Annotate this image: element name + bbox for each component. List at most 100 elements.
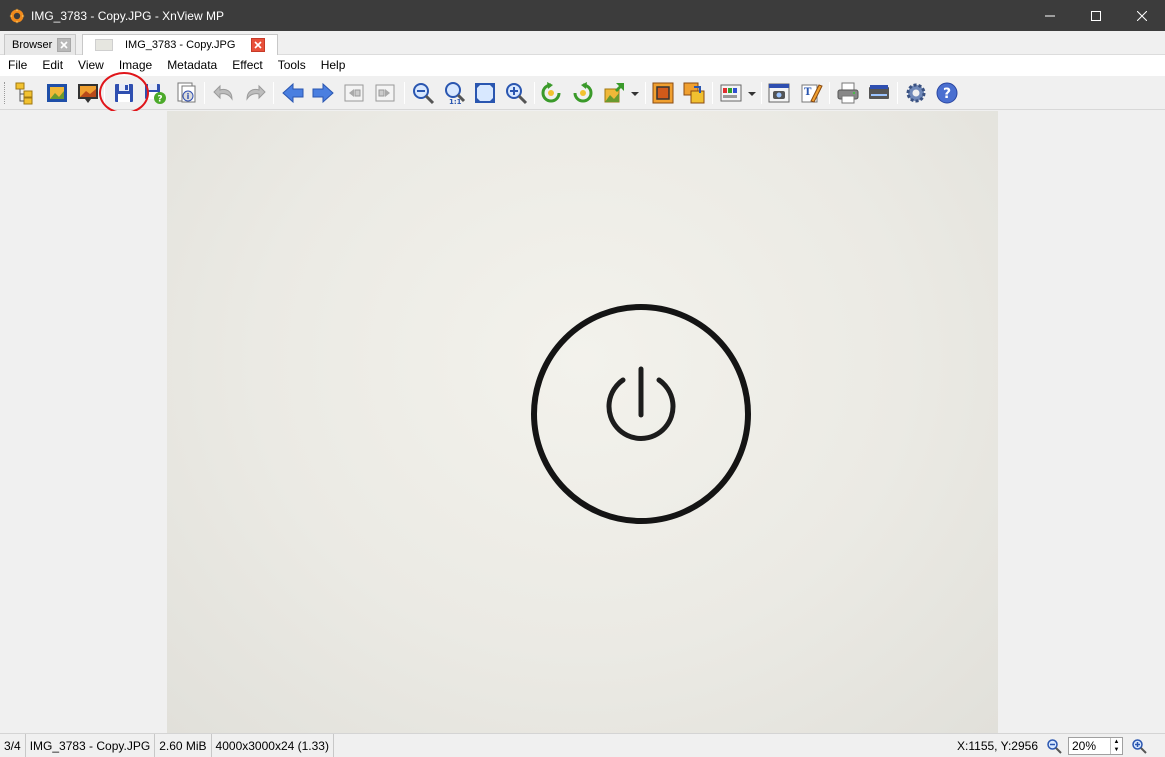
image-index: 3/4 <box>0 733 26 757</box>
fullscreen-button[interactable] <box>44 80 70 106</box>
last-image-button[interactable] <box>372 80 398 106</box>
scan-button[interactable] <box>866 80 892 106</box>
toolbar-separator <box>645 82 646 104</box>
undo-button[interactable] <box>211 80 237 106</box>
zoom-spinner[interactable]: ▲ ▼ <box>1110 738 1122 754</box>
toolbar-separator <box>204 82 205 104</box>
maximize-button[interactable] <box>1073 0 1119 31</box>
status-zoom-in-button[interactable] <box>1131 738 1147 754</box>
toolbar-separator <box>897 82 898 104</box>
toolbar-separator <box>404 82 405 104</box>
zoom-out-icon <box>1047 739 1062 754</box>
resize-button[interactable] <box>681 80 707 106</box>
status-zoom-out-button[interactable] <box>1046 738 1062 754</box>
menu-edit[interactable]: Edit <box>34 55 70 76</box>
zoom-in-button[interactable] <box>503 80 529 106</box>
first-image-icon <box>344 84 364 102</box>
fit-to-window-icon <box>475 83 495 103</box>
file-size: 2.60 MiB <box>155 733 212 757</box>
file-name: IMG_3783 - Copy.JPG <box>26 733 156 757</box>
zoom-in-icon <box>1132 739 1147 754</box>
toolbar-grip[interactable] <box>4 82 7 104</box>
previous-button[interactable] <box>280 80 306 106</box>
tab-image[interactable]: IMG_3783 - Copy.JPG <box>82 34 278 55</box>
next-icon <box>312 82 334 104</box>
image-dimensions: 4000x3000x24 (1.33) <box>212 733 334 757</box>
print-button[interactable] <box>835 80 861 106</box>
zoom-out-button[interactable] <box>410 80 436 106</box>
power-symbol-icon <box>531 304 751 524</box>
save-highlight-annotation <box>99 72 149 114</box>
minimize-button[interactable] <box>1027 0 1073 31</box>
tab-browser-label: Browser <box>12 39 53 51</box>
menu-help[interactable]: Help <box>313 55 353 76</box>
tab-browser-close-button[interactable] <box>57 38 71 52</box>
spin-up-icon[interactable]: ▲ <box>1114 739 1120 745</box>
browser-tree-icon <box>15 82 33 105</box>
previous-icon <box>282 82 304 104</box>
slideshow-icon <box>78 84 98 103</box>
actual-size-icon: 1:1 <box>445 82 466 105</box>
menu-view[interactable]: View <box>70 55 111 76</box>
transform-dropdown-button[interactable] <box>628 80 642 106</box>
minimize-icon <box>1045 15 1055 16</box>
cursor-coordinates: X:1155, Y:2956 <box>957 739 1038 753</box>
fullscreen-icon <box>47 84 67 102</box>
edit-text-button[interactable]: T <box>798 80 824 106</box>
svg-text:i: i <box>187 92 190 101</box>
menu-metadata[interactable]: Metadata <box>159 55 224 76</box>
menu-tools[interactable]: Tools <box>270 55 313 76</box>
close-icon <box>254 41 262 49</box>
redo-button[interactable] <box>242 80 268 106</box>
tab-image-label: IMG_3783 - Copy.JPG <box>125 39 236 51</box>
help-button[interactable]: ? <box>934 80 960 106</box>
adjust-colors-dropdown-button[interactable] <box>745 80 759 106</box>
help-icon: ? <box>936 82 958 104</box>
close-window-button[interactable] <box>1119 0 1165 31</box>
displayed-photo[interactable] <box>167 111 998 733</box>
menu-bar: File Edit View Image Metadata Effect Too… <box>0 55 1165 76</box>
close-icon <box>1137 10 1147 21</box>
menu-effect[interactable]: Effect <box>224 55 269 76</box>
browser-button[interactable] <box>13 80 39 106</box>
undo-icon <box>213 84 233 101</box>
tab-browser[interactable]: Browser <box>4 34 76 55</box>
svg-text:1:1: 1:1 <box>449 98 462 105</box>
resize-icon <box>683 82 705 104</box>
image-info-icon: i <box>177 82 196 103</box>
zoom-out-icon <box>413 83 435 105</box>
rotate-left-icon <box>541 82 561 103</box>
tab-image-close-button[interactable] <box>251 38 265 52</box>
toolbar-separator <box>712 82 713 104</box>
adjust-colors-icon <box>720 84 742 102</box>
adjust-colors-button[interactable] <box>718 80 744 106</box>
crop-button[interactable] <box>650 80 676 106</box>
fit-to-window-button[interactable] <box>472 80 498 106</box>
spin-down-icon[interactable]: ▼ <box>1114 747 1120 753</box>
close-icon <box>60 41 68 49</box>
next-button[interactable] <box>310 80 336 106</box>
last-image-icon <box>375 84 395 102</box>
status-bar: 3/4 IMG_3783 - Copy.JPG 2.60 MiB 4000x30… <box>0 733 1165 757</box>
redo-icon <box>246 84 266 101</box>
title-bar: IMG_3783 - Copy.JPG - XnView MP <box>0 0 1165 31</box>
zoom-level-input[interactable]: 20% ▲ ▼ <box>1068 737 1123 755</box>
chevron-down-icon <box>631 92 639 96</box>
slideshow-button[interactable] <box>75 80 101 106</box>
menu-file[interactable]: File <box>0 55 34 76</box>
capture-button[interactable] <box>766 80 792 106</box>
svg-text:T: T <box>804 87 812 98</box>
maximize-icon <box>1091 10 1101 21</box>
settings-button[interactable] <box>903 80 929 106</box>
first-image-button[interactable] <box>341 80 367 106</box>
image-info-button[interactable]: i <box>173 80 199 106</box>
rotate-right-button[interactable] <box>570 80 596 106</box>
rotate-right-icon <box>573 82 593 103</box>
image-viewer[interactable] <box>0 111 1165 733</box>
actual-size-button[interactable]: 1:1 <box>441 80 467 106</box>
rotate-left-button[interactable] <box>538 80 564 106</box>
transform-icon <box>604 83 624 103</box>
transform-button[interactable] <box>601 80 627 106</box>
xnview-logo-icon <box>9 8 25 23</box>
svg-text:?: ? <box>943 86 951 102</box>
